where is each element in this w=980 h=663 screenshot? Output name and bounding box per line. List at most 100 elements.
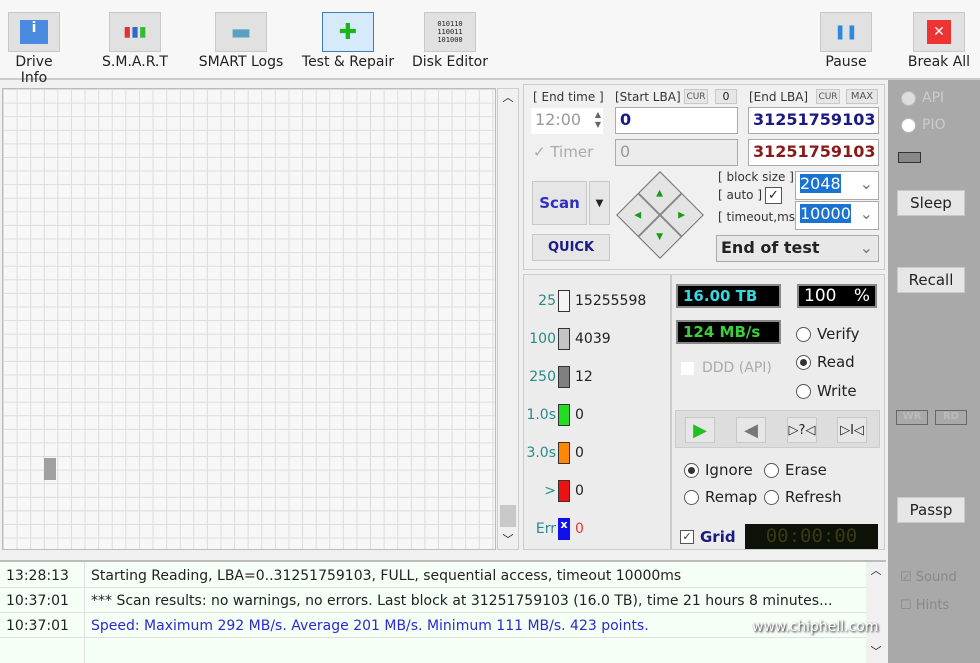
end-max-button[interactable]: MAX bbox=[846, 89, 878, 104]
log-row: 10:37:01 *** Scan results: no warnings, n… bbox=[0, 589, 866, 613]
end-action-value: End of test bbox=[721, 238, 820, 257]
end-action-select[interactable]: End of test ⌄ bbox=[716, 235, 879, 262]
start-zero-button[interactable]: 0 bbox=[715, 89, 737, 104]
legend-swatch bbox=[558, 328, 570, 350]
hints-checkbox[interactable]: ☐ Hints bbox=[900, 598, 949, 613]
legend-threshold: > bbox=[544, 483, 556, 499]
read-label: Read bbox=[817, 353, 855, 371]
legend-item: 250 12 bbox=[524, 366, 593, 388]
legend-count: 15255598 bbox=[575, 293, 647, 309]
spinner-icon[interactable]: ▲ ▼ bbox=[595, 110, 601, 130]
label: SMART Logs bbox=[198, 54, 284, 70]
first-aid-kit-icon: ✚ bbox=[322, 12, 374, 52]
block-size-select[interactable]: 2048 ⌄ bbox=[795, 171, 879, 200]
start-cur-button[interactable]: CUR bbox=[684, 89, 708, 104]
ddd-checkbox[interactable]: DDD (API) bbox=[681, 360, 772, 376]
end-lba-input[interactable]: 31251759103 bbox=[748, 107, 879, 134]
legend-threshold: 3.0s bbox=[526, 445, 556, 461]
scroll-down-icon[interactable]: ﹀ bbox=[866, 643, 886, 659]
speed-display: 124 MB/s bbox=[676, 320, 781, 344]
legend-threshold: 250 bbox=[529, 369, 556, 385]
log-message: Speed: Maximum 292 MB/s. Average 201 MB/… bbox=[91, 618, 649, 634]
ignore-radio[interactable]: Ignore bbox=[684, 461, 753, 479]
legend-swatch: x bbox=[558, 518, 570, 540]
pause-button[interactable]: ❚❚ Pause bbox=[818, 8, 874, 70]
disk-editor-button[interactable]: 010110 110011 101000 Disk Editor bbox=[412, 8, 488, 70]
end-cur-button[interactable]: CUR bbox=[816, 89, 840, 104]
quick-button[interactable]: QUICK bbox=[532, 234, 610, 261]
log-time: 10:37:01 bbox=[6, 618, 69, 634]
start-lba-label: [Start LBA] bbox=[615, 90, 681, 104]
ddd-label: DDD (API) bbox=[702, 360, 772, 376]
write-radio[interactable]: Write bbox=[796, 382, 857, 400]
erase-label: Erase bbox=[785, 461, 827, 479]
timer-input[interactable]: 0 bbox=[615, 139, 738, 166]
erase-radio[interactable]: Erase bbox=[764, 461, 827, 479]
timer-label: Timer bbox=[550, 143, 594, 161]
passp-button[interactable]: Passp bbox=[897, 497, 965, 523]
end-time-input[interactable]: 12:00 ▲ ▼ bbox=[531, 108, 603, 134]
log-scrollbar[interactable]: ︿ ﹀ bbox=[866, 562, 886, 663]
legend-swatch bbox=[558, 480, 570, 502]
caret-down-icon: ▼ bbox=[595, 197, 604, 209]
log-panel: 13:28:13 Starting Reading, LBA=0..3125175… bbox=[0, 560, 886, 663]
smart-button[interactable]: ▮ ▮ ▮ S.M.A.R.T bbox=[98, 8, 172, 70]
legend-item: 1.0s 0 bbox=[524, 404, 584, 426]
play-forward-button[interactable]: ▶ bbox=[685, 417, 715, 443]
butterfly-button[interactable]: ▷I◁ bbox=[837, 417, 867, 443]
butterfly-icon: ▷I◁ bbox=[840, 422, 864, 438]
percent-display: 100% bbox=[797, 284, 877, 308]
timeout-label: [ timeout,ms ] bbox=[718, 210, 804, 224]
scroll-thumb[interactable] bbox=[500, 505, 516, 527]
block-size-label: [ block size ] bbox=[718, 170, 794, 184]
sleep-button[interactable]: Sleep bbox=[897, 190, 965, 216]
api-radio[interactable]: API bbox=[901, 90, 944, 106]
scroll-up-icon[interactable]: ︿ bbox=[866, 562, 886, 578]
sound-checkbox[interactable]: ☑ Sound bbox=[900, 570, 957, 585]
play-backward-button[interactable]: ◀ bbox=[736, 417, 766, 443]
grid-checkbox[interactable]: ✓ Grid bbox=[680, 528, 736, 546]
log-message: *** Scan results: no warnings, no errors… bbox=[91, 593, 833, 609]
log-time: 13:28:13 bbox=[6, 568, 69, 584]
legend-count: 12 bbox=[575, 369, 593, 385]
test-tubes-icon: ▮ ▮ ▮ bbox=[109, 12, 161, 52]
scroll-down-icon[interactable]: ﹀ bbox=[498, 531, 518, 547]
binary-file-icon: 010110 110011 101000 bbox=[424, 12, 476, 52]
end-lba-target[interactable]: 31251759103 bbox=[748, 139, 879, 166]
scan-dropdown-button[interactable]: ▼ bbox=[589, 181, 610, 225]
pio-radio[interactable]: PIO bbox=[901, 117, 946, 133]
timeout-select[interactable]: 10000 ⌄ bbox=[795, 201, 879, 230]
percent-value: 100 bbox=[804, 286, 837, 306]
smart-logs-button[interactable]: ▬ SMART Logs bbox=[196, 8, 286, 70]
break-all-button[interactable]: ✕ Break All bbox=[906, 8, 972, 70]
grid-scrollbar[interactable]: ︿ ﹀ bbox=[497, 88, 519, 550]
drive-info-button[interactable]: i Drive Info bbox=[0, 8, 68, 86]
remap-radio[interactable]: Remap bbox=[684, 488, 757, 506]
scan-button[interactable]: Scan bbox=[532, 181, 587, 225]
write-label: Write bbox=[817, 382, 857, 400]
auto-label: [ auto ] bbox=[718, 188, 762, 202]
legend-count: 0 bbox=[575, 483, 584, 499]
recall-button[interactable]: Recall bbox=[897, 267, 965, 293]
auto-checkbox[interactable]: ✓ bbox=[765, 187, 782, 204]
start-lba-input[interactable]: 0 bbox=[615, 107, 738, 134]
legend-item: 100 4039 bbox=[524, 328, 611, 350]
reverse-icon: ◀ bbox=[744, 419, 758, 441]
refresh-label: Refresh bbox=[785, 488, 842, 506]
log-time: 10:37:01 bbox=[6, 593, 69, 609]
random-seek-button[interactable]: ▷?◁ bbox=[787, 417, 817, 443]
end-lba-label: [End LBA] bbox=[749, 90, 809, 104]
percent-unit: % bbox=[853, 286, 870, 306]
verify-radio[interactable]: Verify bbox=[796, 325, 860, 343]
legend-item: Err x 0 bbox=[524, 518, 584, 540]
read-radio[interactable]: Read bbox=[796, 353, 855, 371]
scroll-up-icon[interactable]: ︿ bbox=[498, 89, 518, 105]
legend-swatch bbox=[558, 366, 570, 388]
legend-count: 0 bbox=[575, 407, 584, 423]
timer-checkbox[interactable]: ✓ Timer bbox=[533, 143, 593, 161]
verify-label: Verify bbox=[817, 325, 860, 343]
test-repair-tab[interactable]: ✚ Test & Repair bbox=[300, 8, 396, 70]
refresh-radio[interactable]: Refresh bbox=[764, 488, 842, 506]
checkbox-box bbox=[681, 361, 694, 375]
status-indicator bbox=[898, 152, 921, 163]
